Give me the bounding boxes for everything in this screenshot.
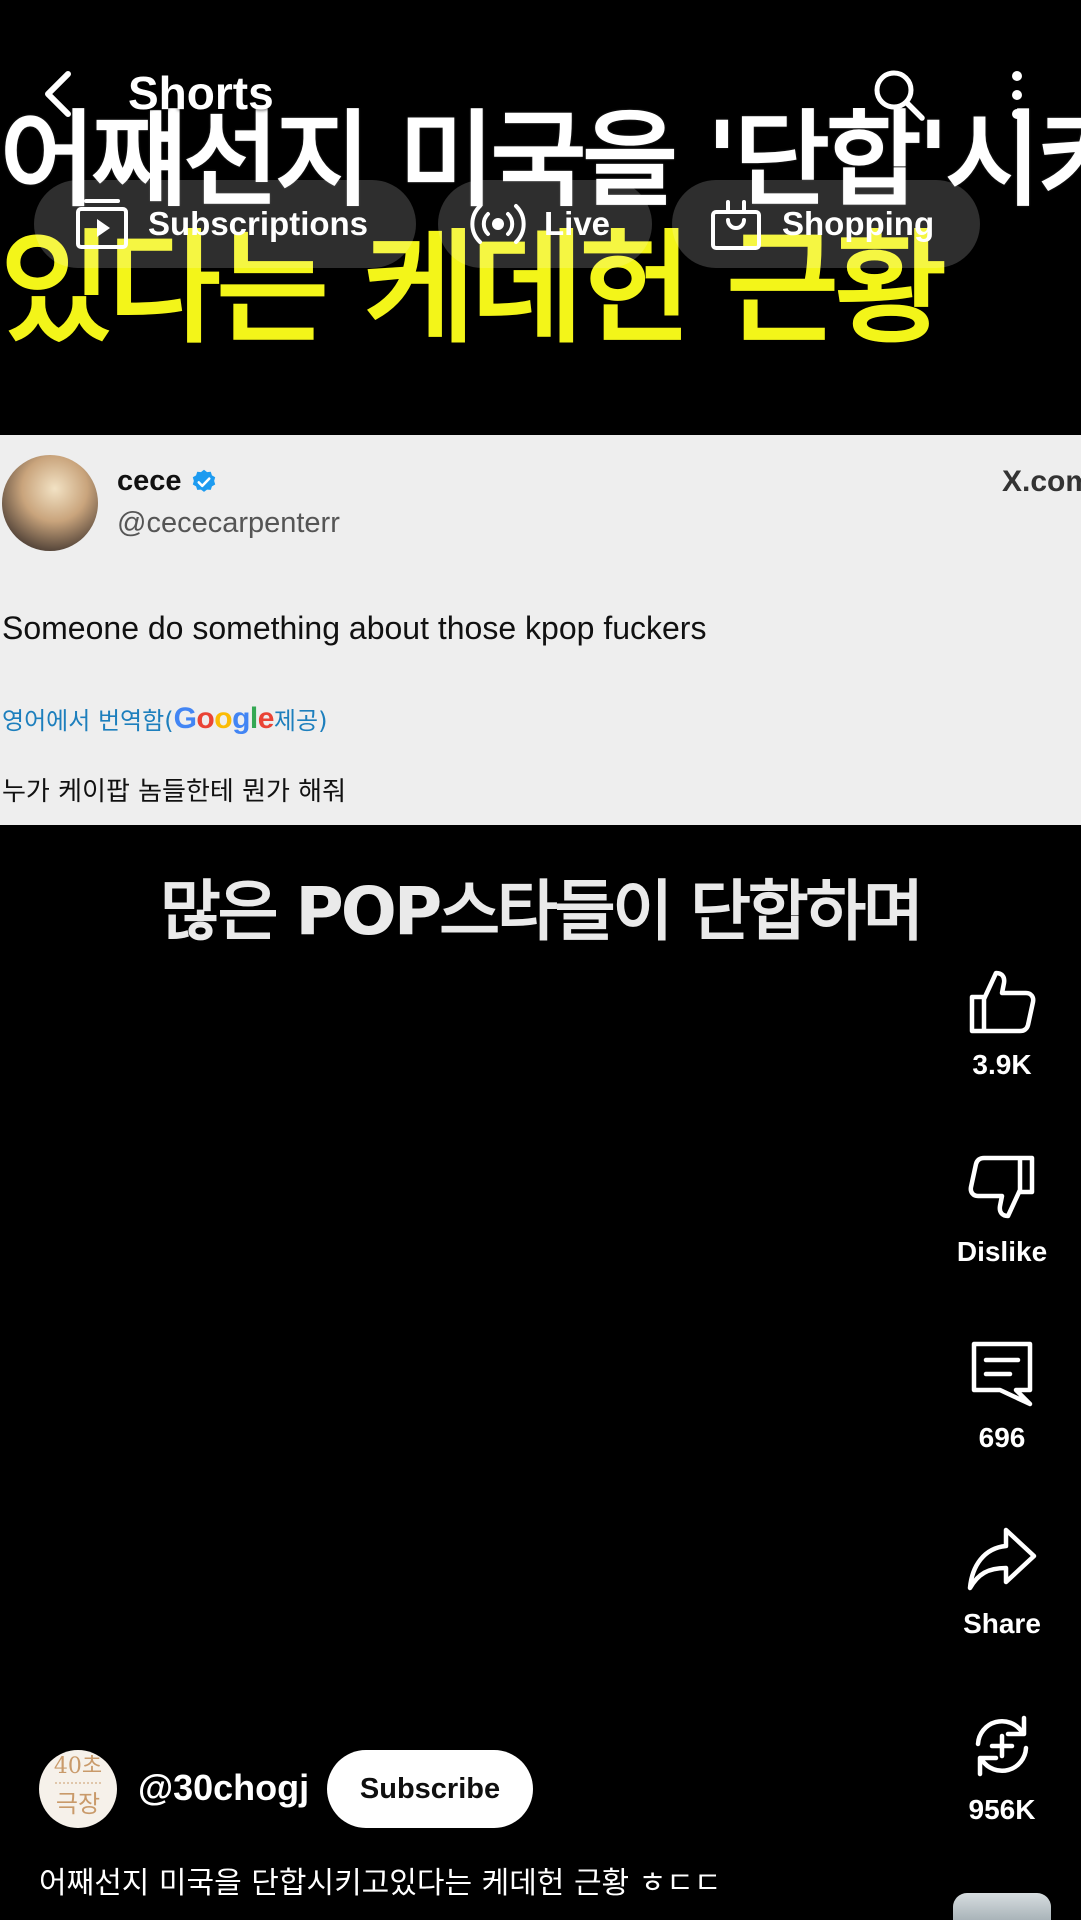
video-title[interactable]: 어째선지 미국을 단합시키고있다는 케데헌 근황 ㅎㄷㄷ (39, 1858, 721, 1902)
channel-handle[interactable]: @30chogj (138, 1767, 309, 1809)
tweet-translation-credit: 영어에서 번역함( Google 제공) (2, 701, 327, 736)
avatar-text-top: 40초 (53, 1754, 103, 1779)
remix-count: 956K (968, 1794, 1036, 1825)
live-broadcast-icon (470, 204, 526, 244)
share-label: Share (963, 1608, 1041, 1639)
thumbs-down-icon (968, 1155, 1035, 1219)
tweet-translated-text: 누가 케이팝 놈들한테 뭔가 해줘 (2, 777, 347, 807)
tweet-site-label: X.com (1002, 465, 1081, 498)
chip-subscriptions-label: Subscriptions (148, 205, 369, 242)
tweet-name: cece (117, 465, 182, 497)
tweet-handle: @cececarpenterr (117, 507, 340, 539)
sound-thumbnail[interactable] (953, 1893, 1051, 1920)
shopping-bag-icon (711, 200, 761, 250)
chip-subscriptions[interactable]: Subscriptions (34, 180, 416, 268)
translation-prefix: 영어에서 번역함( (2, 707, 174, 735)
avatar-text-bottom: 극장 (55, 1790, 101, 1818)
thumbs-up-icon (969, 970, 1036, 1034)
chip-live[interactable]: Live (438, 180, 652, 268)
like-button[interactable]: 3.9K (940, 965, 1064, 1081)
chip-shopping[interactable]: Shopping (672, 180, 980, 268)
avatar-divider (55, 1782, 101, 1784)
chip-shopping-label: Shopping (782, 205, 935, 242)
verified-badge-icon (192, 469, 215, 492)
remix-button[interactable]: 956K (940, 1710, 1064, 1826)
comments-button[interactable]: 696 (940, 1338, 1064, 1454)
video-subtitle: 많은 POP스타들이 단합하며 (159, 873, 924, 950)
more-options-icon[interactable] (1000, 68, 1034, 122)
share-arrow-icon (967, 1527, 1037, 1591)
channel-avatar[interactable]: 40초 극장 (39, 1750, 117, 1828)
dislike-label: Dislike (956, 1236, 1048, 1267)
subscriptions-icon (76, 199, 128, 249)
tweet-name-row: cece (117, 465, 218, 498)
search-icon[interactable] (872, 68, 926, 122)
like-count: 3.9K (972, 1049, 1032, 1080)
tweet-text: Someone do something about those kpop fu… (2, 610, 707, 646)
comment-icon (971, 1341, 1033, 1407)
comment-count: 696 (978, 1422, 1026, 1453)
dislike-button[interactable]: Dislike (940, 1152, 1064, 1268)
chip-live-label: Live (544, 205, 611, 242)
tweet-avatar (2, 455, 98, 551)
translation-suffix: 제공) (273, 707, 328, 735)
back-arrow-icon[interactable] (36, 68, 80, 120)
tweet-screenshot: cece @cececarpenterr X.com Someone do so… (0, 435, 1081, 825)
share-button[interactable]: Share (940, 1524, 1064, 1640)
remix-icon (975, 1715, 1029, 1777)
shorts-screen: 어쨰선지 미국을 '단합'시키고 있다는 케데헌 근황 cece @cececa… (0, 0, 1081, 1920)
google-logo: Google (173, 701, 275, 735)
subscribe-button[interactable]: Subscribe (327, 1750, 533, 1828)
page-title: Shorts (128, 67, 274, 119)
